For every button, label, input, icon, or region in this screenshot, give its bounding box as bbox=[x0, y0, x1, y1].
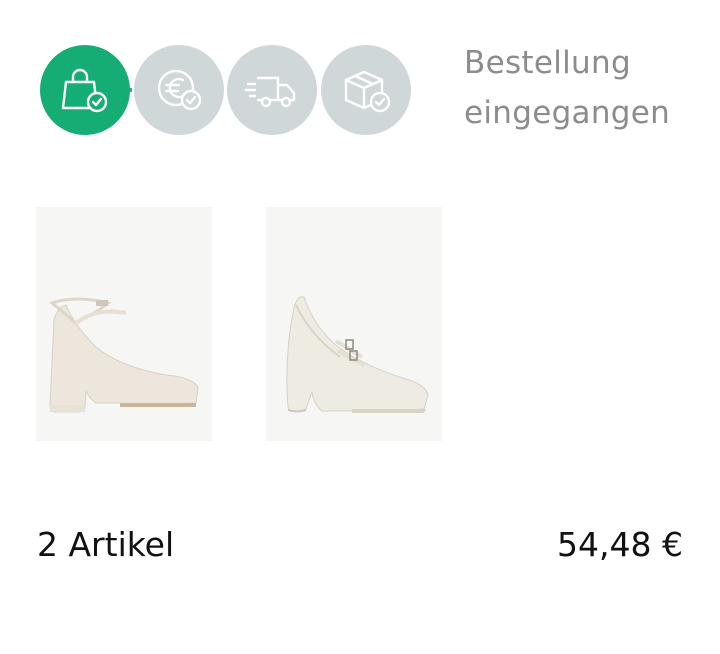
item-count: 2 Artikel bbox=[37, 525, 175, 564]
product-image bbox=[36, 207, 212, 441]
shopping-bag-check-icon bbox=[61, 68, 108, 113]
order-status-label: Bestellung eingegangen bbox=[464, 45, 671, 131]
step-delivered bbox=[321, 45, 411, 135]
step-payment bbox=[134, 45, 224, 135]
box-check-icon bbox=[344, 70, 391, 113]
delivery-truck-icon bbox=[244, 76, 296, 108]
euro-check-icon bbox=[157, 69, 202, 111]
step-shipping bbox=[227, 45, 317, 135]
order-progress-tracker bbox=[40, 45, 412, 135]
product-thumbnail-ankle-strap-pump[interactable] bbox=[36, 207, 212, 441]
product-thumbnail-mary-jane-pump[interactable] bbox=[266, 207, 442, 441]
order-total: 54,48 € bbox=[557, 525, 683, 564]
product-image bbox=[266, 207, 442, 441]
step-order-received bbox=[40, 45, 130, 135]
